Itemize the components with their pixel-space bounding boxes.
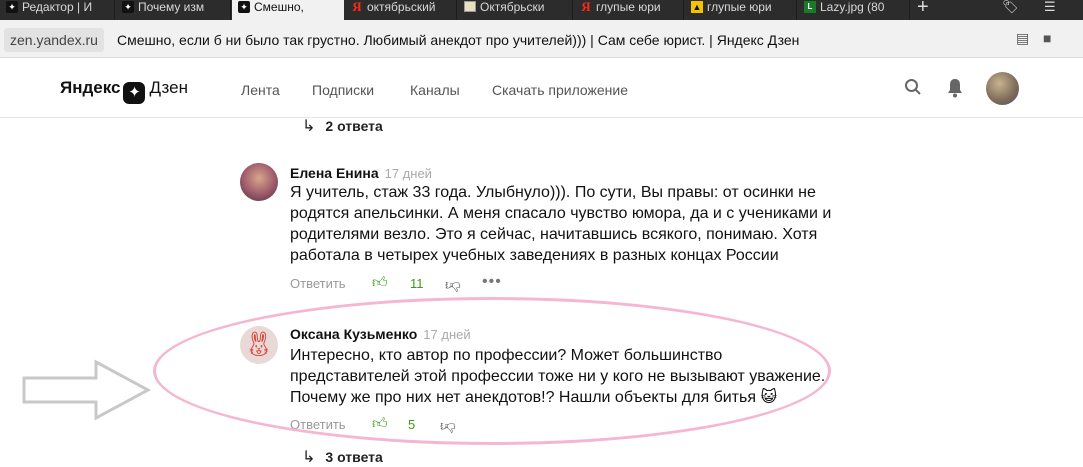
- reply-button[interactable]: Ответить: [290, 276, 346, 291]
- reply-arrow-icon: ↳: [302, 118, 316, 135]
- bookmark-add-icon[interactable]: ■: [1043, 30, 1051, 46]
- like-count: 11: [410, 276, 424, 291]
- yellow-icon: ▲: [691, 1, 703, 13]
- yandex-icon: Я: [352, 0, 362, 14]
- replies-count: 3 ответа: [325, 449, 383, 465]
- reply-button[interactable]: Ответить: [290, 417, 346, 432]
- browser-tab[interactable]: Я глупые юри: [574, 0, 684, 20]
- comment-actions: Ответить 👍︎ 11 👍︎ •••: [290, 273, 530, 296]
- tab-label: Почему изм: [138, 0, 205, 14]
- annotation-arrow-icon: [22, 359, 152, 421]
- browser-tab-strip: ✦ Редактор | И ✦ Почему изм ✦ Смешно, Я …: [0, 0, 1083, 20]
- nav-subscriptions[interactable]: Подписки: [312, 82, 374, 98]
- reader-mode-icon[interactable]: ▤: [1016, 30, 1029, 47]
- tab-label: октябрьский: [367, 0, 436, 14]
- nav-feed[interactable]: Лента: [241, 82, 280, 98]
- tab-label: Lazy.jpg (80: [820, 0, 885, 14]
- address-bar[interactable]: zen.yandex.ru Смешно, если б ни было так…: [0, 20, 1083, 58]
- bookmark-icon[interactable]: 🏷: [1002, 0, 1019, 14]
- browser-tab[interactable]: L Lazy.jpg (80: [798, 0, 910, 20]
- avatar[interactable]: 🐰︎: [240, 326, 278, 364]
- zen-icon: ✦: [122, 1, 134, 13]
- browser-tab[interactable]: ✦ Редактор | И: [0, 0, 115, 20]
- zen-header: Яндекс ✦ Дзен Лента Подписки Каналы Скачат…: [0, 58, 1083, 118]
- browser-tab[interactable]: Я октябрьский: [345, 0, 457, 20]
- image-icon: [464, 1, 476, 12]
- thumbs-down-icon[interactable]: 👍︎: [440, 417, 456, 435]
- comment-line: Интересно, кто автор по профессии? Может…: [290, 347, 723, 364]
- logo-text: Яндекс: [60, 78, 121, 97]
- browser-tab[interactable]: Октябрьски: [458, 0, 573, 20]
- bunny-icon: 🐰︎: [243, 331, 275, 358]
- replies-toggle[interactable]: ↳ 2 ответа: [302, 116, 383, 136]
- comment-text: Интересно, кто автор по профессии? Может…: [290, 345, 850, 408]
- yandex-icon: Я: [581, 0, 591, 14]
- tab-label: Октябрьски: [480, 0, 545, 14]
- comment-time: 17 дней: [384, 166, 432, 181]
- comment-line: родителями везло. Это я сейчас, начитавш…: [290, 226, 818, 243]
- tab-label: глупые юри: [596, 0, 661, 14]
- comment-text: Я учитель, стаж 33 года. Улыбнуло))). По…: [290, 182, 850, 266]
- page-title[interactable]: Смешно, если б ни было так грустно. Люби…: [117, 28, 799, 52]
- tab-label: глупые юри: [707, 0, 772, 14]
- nav-download-app[interactable]: Скачать приложение: [492, 82, 628, 98]
- new-tab-button[interactable]: +: [917, 0, 929, 19]
- comment-line: работала в четырех учебных заведениях в …: [290, 247, 779, 264]
- tab-label: Смешно,: [254, 0, 304, 14]
- comment-author[interactable]: Оксана Кузьменко 17 дней: [290, 326, 471, 342]
- menu-icon[interactable]: ☰: [1044, 0, 1056, 14]
- author-name: Оксана Кузьменко: [290, 326, 418, 342]
- more-icon[interactable]: •••: [482, 273, 502, 291]
- browser-tab[interactable]: ▲ глупые юри: [685, 0, 797, 20]
- zen-icon: ✦: [6, 1, 18, 13]
- comment-author[interactable]: Елена Енина 17 дней: [290, 165, 432, 181]
- comment-actions: Ответить 👍︎ 5 👍︎: [290, 415, 490, 437]
- comment-line: Почему же про них нет анекдотов!? Нашли …: [290, 389, 778, 406]
- like-count: 5: [408, 417, 416, 432]
- browser-tab-active[interactable]: ✦ Смешно,: [232, 0, 344, 20]
- thumbs-up-icon[interactable]: 👍︎: [372, 415, 388, 433]
- thumbs-down-icon[interactable]: 👍︎: [445, 276, 461, 294]
- image-file-icon: L: [804, 1, 816, 13]
- search-icon[interactable]: [904, 78, 922, 101]
- comment-line: родятся апельсинки. А меня спасало чувст…: [290, 205, 832, 222]
- nav-channels[interactable]: Каналы: [410, 82, 460, 98]
- zen-icon: ✦: [238, 1, 250, 13]
- bell-icon[interactable]: [946, 78, 964, 103]
- zen-logo[interactable]: Яндекс ✦ Дзен: [60, 78, 188, 104]
- url-host[interactable]: zen.yandex.ru: [4, 28, 104, 52]
- thumbs-up-icon[interactable]: 👍︎: [372, 274, 388, 292]
- reply-arrow-icon: ↳: [302, 449, 316, 466]
- zen-star-icon: ✦: [123, 82, 146, 104]
- avatar[interactable]: [240, 163, 278, 201]
- comment-time: 17 дней: [423, 327, 471, 342]
- user-avatar[interactable]: [986, 72, 1019, 105]
- logo-brand: Дзен: [149, 78, 189, 97]
- comment-line: представителей этой профессии тоже ни у …: [290, 368, 826, 385]
- replies-count: 2 ответа: [325, 118, 383, 134]
- replies-toggle[interactable]: ↳ 3 ответа: [302, 447, 383, 467]
- browser-tab[interactable]: ✦ Почему изм: [116, 0, 231, 20]
- author-name: Елена Енина: [290, 165, 379, 181]
- tab-label: Редактор | И: [22, 0, 93, 14]
- comment-line: Я учитель, стаж 33 года. Улыбнуло))). По…: [290, 184, 816, 201]
